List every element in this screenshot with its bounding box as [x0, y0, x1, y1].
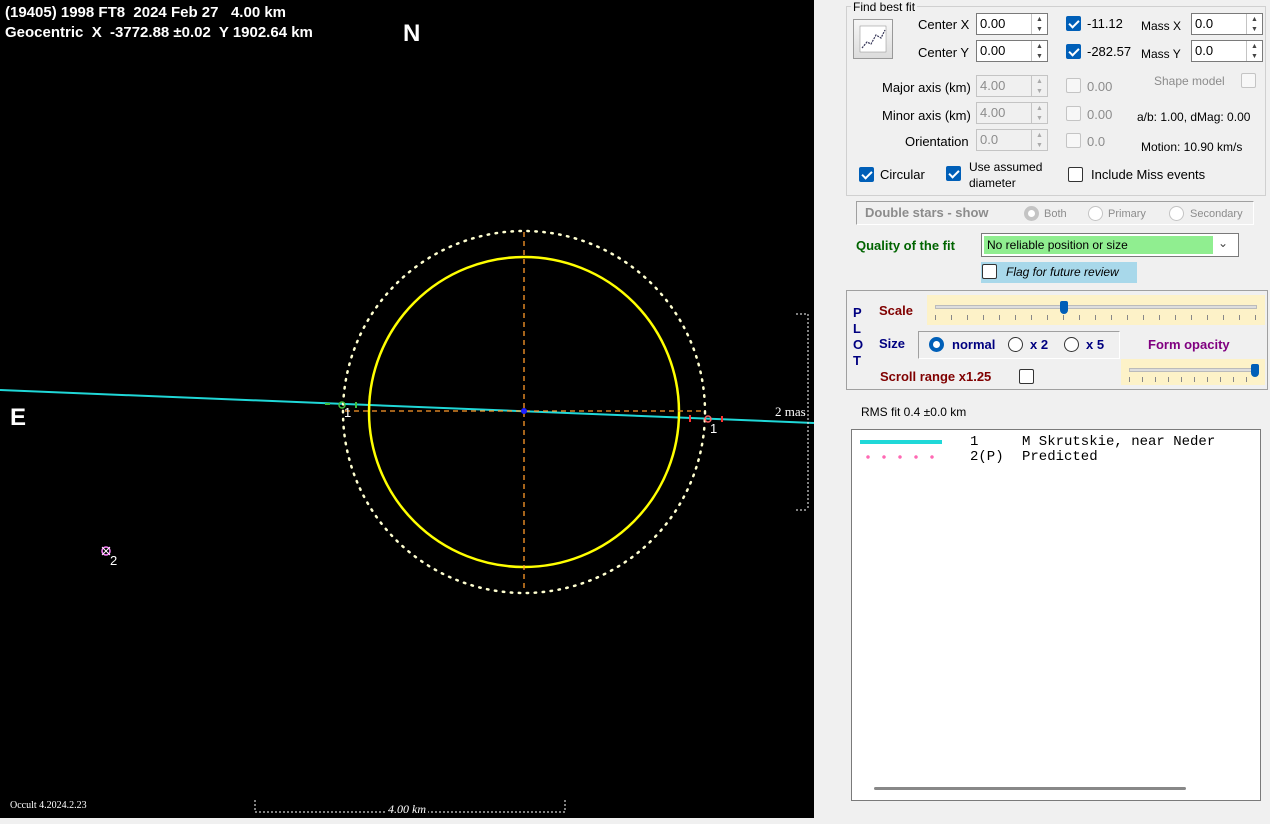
- mas-scale-label: 2 mas: [775, 404, 806, 420]
- shape-model-label: Shape model: [1154, 74, 1225, 88]
- chord-label-east: 1: [710, 421, 718, 436]
- orientation-label: Orientation: [905, 134, 969, 149]
- legend-row-1[interactable]: 1 M Skrutskie, near Neder: [852, 434, 1215, 450]
- legend-line-swatch: [860, 440, 942, 444]
- double-stars-secondary-radio[interactable]: [1169, 206, 1184, 221]
- include-miss-events-label: Include Miss events: [1091, 167, 1206, 182]
- use-assumed-diameter-checkbox[interactable]: [946, 166, 961, 181]
- chevron-down-icon: ⌄: [1218, 236, 1229, 250]
- orientation-fit-value: 0.0: [1087, 134, 1106, 149]
- fit-minor-axis-checkbox[interactable]: [1066, 106, 1081, 121]
- scale-slider[interactable]: [927, 295, 1265, 325]
- legend-row-2-id: 2(P): [970, 449, 1004, 465]
- orientation-input[interactable]: 0.0 ▲ ▼: [976, 129, 1048, 151]
- major-axis-input[interactable]: 4.00 ▲ ▼: [976, 75, 1048, 97]
- chart-fit-icon: [859, 25, 887, 53]
- size-normal-radio[interactable]: [929, 337, 944, 352]
- quality-of-fit-value: No reliable position or size: [984, 236, 1213, 254]
- predicted-position-marker: [101, 546, 111, 556]
- legend-row-2[interactable]: 2(P) Predicted: [852, 449, 1098, 465]
- double-stars-primary-label: Primary: [1108, 208, 1146, 220]
- fit-y-checkbox[interactable]: [1066, 44, 1081, 59]
- legend-row-1-name: M Skrutskie, near Neder: [1022, 434, 1216, 450]
- mass-y-label: Mass Y: [1141, 47, 1181, 61]
- scale-label: Scale: [879, 303, 913, 318]
- form-opacity-label: Form opacity: [1148, 337, 1230, 352]
- km-scale-label: 4.00 km: [386, 802, 428, 817]
- fit-x-value: -11.12: [1087, 16, 1123, 31]
- circular-label: Circular: [880, 167, 925, 182]
- center-marker: [521, 408, 527, 414]
- size-x2-radio[interactable]: [1008, 337, 1023, 352]
- scale-slider-thumb[interactable]: [1059, 301, 1068, 314]
- find-best-fit-label: Find best fit: [851, 0, 918, 14]
- fit-major-axis-checkbox[interactable]: [1066, 78, 1081, 93]
- include-miss-events-checkbox[interactable]: [1068, 167, 1083, 182]
- occultation-plot[interactable]: (19405) 1998 FT8 2024 Feb 27 4.00 km Geo…: [0, 0, 814, 818]
- center-y-label: Center Y: [918, 45, 970, 60]
- rms-fit-readout: RMS fit 0.4 ±0.0 km: [861, 405, 967, 419]
- mass-y-input[interactable]: 0.0 ▲ ▼: [1191, 40, 1263, 62]
- chord-line-observer-1: [0, 389, 814, 424]
- minor-axis-input[interactable]: 4.00 ▲ ▼: [976, 102, 1048, 124]
- chord-label-west: 1: [344, 405, 352, 420]
- double-stars-label: Double stars - show: [865, 205, 989, 220]
- center-x-input[interactable]: 0.00 ▲ ▼: [976, 13, 1048, 35]
- scroll-range-label: Scroll range x1.25: [880, 369, 992, 384]
- size-x5-radio[interactable]: [1064, 337, 1079, 352]
- center-y-input[interactable]: 0.00 ▲ ▼: [976, 40, 1048, 62]
- use-assumed-label-line-2: diameter: [969, 176, 1016, 190]
- size-x2-label: x 2: [1030, 337, 1049, 352]
- double-stars-secondary-label: Secondary: [1190, 208, 1243, 220]
- use-assumed-label-line-1: Use assumed: [969, 160, 1043, 174]
- predicted-label: 2: [110, 553, 118, 568]
- quality-of-fit-label: Quality of the fit: [856, 238, 955, 253]
- double-stars-primary-radio[interactable]: [1088, 206, 1103, 221]
- plot-vertical-label: P L O T: [853, 305, 864, 368]
- legend-row-2-name: Predicted: [1022, 449, 1098, 465]
- mass-x-input[interactable]: 0.0 ▲ ▼: [1191, 13, 1263, 35]
- mass-x-label: Mass X: [1141, 19, 1182, 33]
- flag-review-label: Flag for future review: [1006, 265, 1119, 279]
- east-label: E: [10, 404, 27, 431]
- version-label: Occult 4.2024.2.23: [10, 800, 87, 811]
- size-normal-label: normal: [952, 337, 996, 352]
- center-x-label: Center X: [918, 17, 970, 32]
- observer-legend-list[interactable]: 1 M Skrutskie, near Neder 2(P) Predicted: [851, 429, 1261, 801]
- plot-title-line-2: Geocentric X -3772.88 ±0.02 Y 1902.64 km: [5, 24, 313, 41]
- circular-checkbox[interactable]: [859, 167, 874, 182]
- double-stars-both-label: Both: [1044, 208, 1067, 220]
- flag-review-checkbox[interactable]: [982, 264, 997, 279]
- scroll-range-checkbox[interactable]: [1019, 369, 1034, 384]
- form-opacity-slider-thumb[interactable]: [1251, 364, 1259, 377]
- minor-axis-label: Minor axis (km): [882, 108, 971, 123]
- find-best-fit-button[interactable]: [853, 19, 893, 59]
- fit-x-checkbox[interactable]: [1066, 16, 1081, 31]
- size-x5-label: x 5: [1086, 337, 1105, 352]
- legend-horizontal-scrollbar[interactable]: [874, 787, 1186, 790]
- plot-graphics: [0, 229, 814, 813]
- double-stars-both-radio[interactable]: [1024, 206, 1039, 221]
- legend-row-1-id: 1: [970, 434, 979, 450]
- shape-model-checkbox[interactable]: [1241, 73, 1256, 88]
- fit-control-panel: Find best fit Center X 0.00 ▲ ▼ Center Y …: [814, 0, 1270, 824]
- motion-readout: Motion: 10.90 km/s: [1141, 140, 1243, 154]
- legend-dots-swatch: [860, 455, 942, 459]
- form-opacity-slider[interactable]: [1121, 359, 1265, 385]
- fit-orientation-checkbox[interactable]: [1066, 133, 1081, 148]
- north-label: N: [403, 20, 421, 47]
- ab-dmag-readout: a/b: 1.00, dMag: 0.00: [1137, 110, 1251, 124]
- fit-y-value: -282.57: [1087, 44, 1132, 59]
- size-label: Size: [879, 336, 906, 351]
- major-axis-fit-value: 0.00: [1087, 79, 1113, 94]
- plot-title-line-1: (19405) 1998 FT8 2024 Feb 27 4.00 km: [5, 4, 287, 21]
- quality-of-fit-dropdown[interactable]: No reliable position or size ⌄: [981, 233, 1239, 257]
- minor-axis-fit-value: 0.00: [1087, 107, 1113, 122]
- major-axis-label: Major axis (km): [882, 80, 971, 95]
